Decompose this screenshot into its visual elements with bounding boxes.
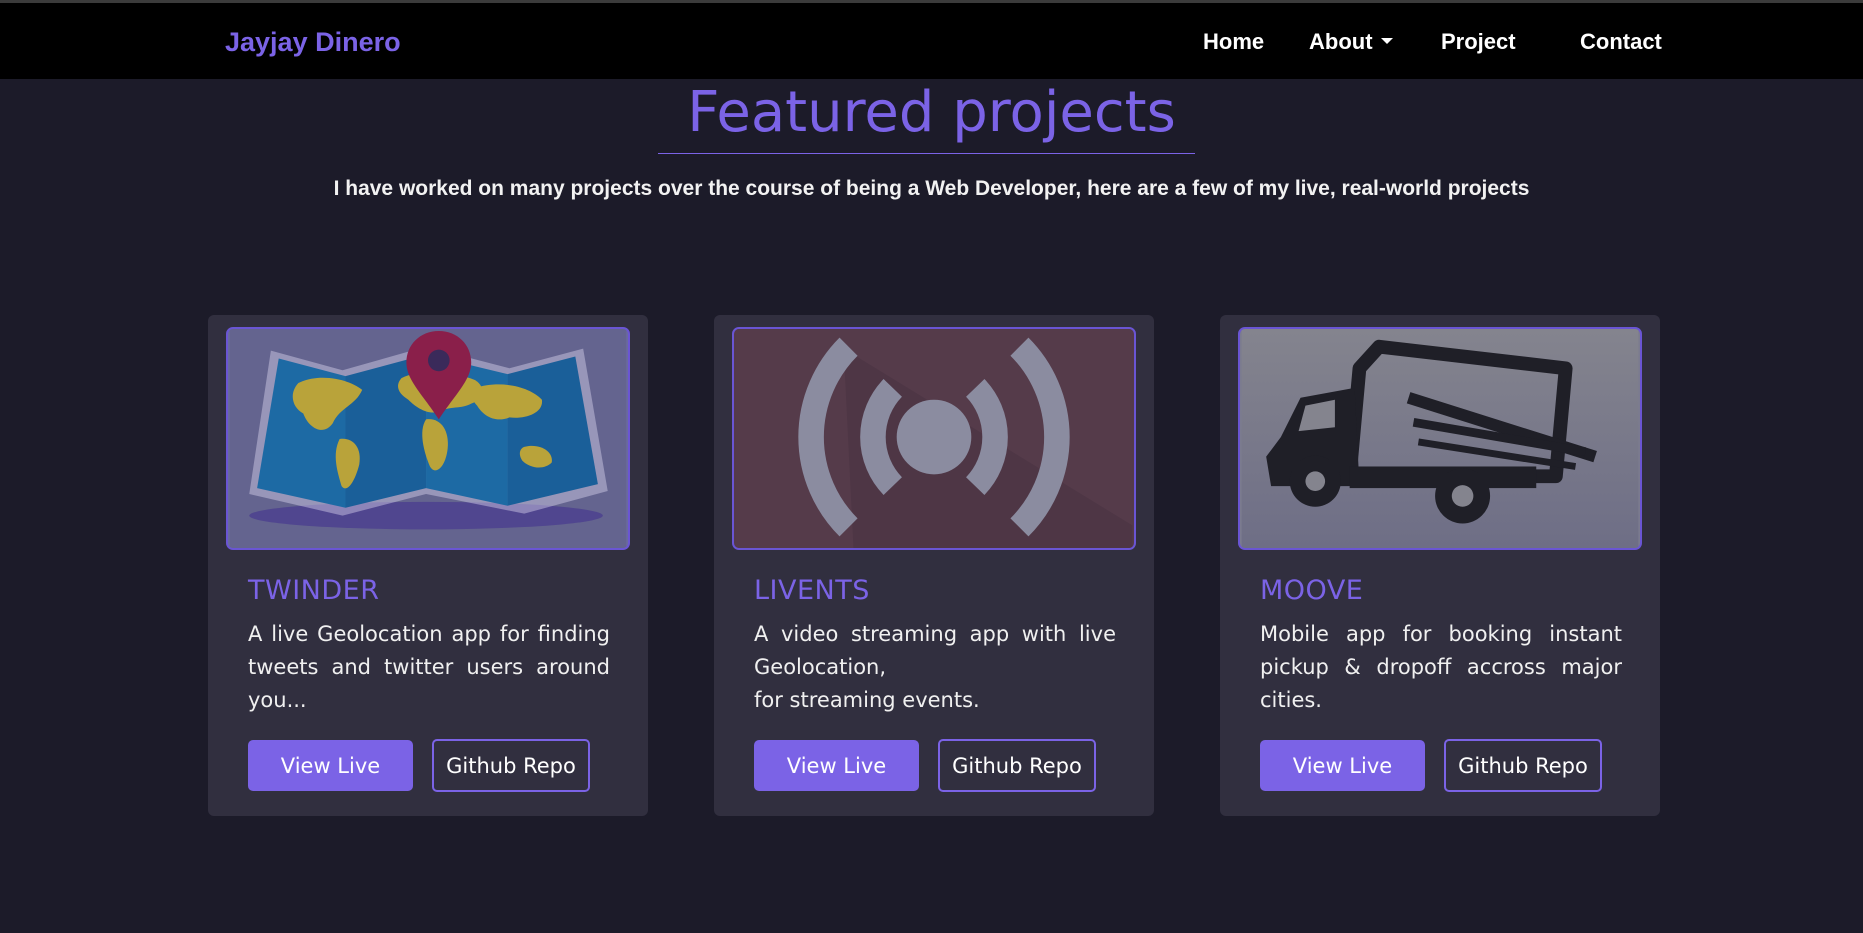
project-card-moove: MOOVE Mobile app for booking instant pic… <box>1220 315 1660 816</box>
chevron-down-icon <box>1380 38 1393 44</box>
github-repo-button[interactable]: Github Repo <box>432 739 590 792</box>
project-description: Mobile app for booking instant pickup & … <box>1260 622 1622 712</box>
nav-contact[interactable]: Contact <box>1580 29 1662 55</box>
github-repo-button[interactable]: Github Repo <box>938 739 1096 792</box>
view-live-button[interactable]: View Live <box>248 740 413 791</box>
delivery-truck-icon <box>1238 327 1642 550</box>
github-repo-button[interactable]: Github Repo <box>1444 739 1602 792</box>
project-description-line: for streaming events. <box>754 688 980 712</box>
nav-project[interactable]: Project <box>1441 29 1516 55</box>
project-title: MOOVE <box>1260 575 1364 606</box>
nav-about[interactable]: About <box>1309 29 1393 55</box>
project-description: A live Geolocation app for finding tweet… <box>248 622 610 712</box>
page-subtitle: I have worked on many projects over the … <box>333 177 1530 200</box>
view-live-button[interactable]: View Live <box>754 740 919 791</box>
view-live-button[interactable]: View Live <box>1260 740 1425 791</box>
project-title: LIVENTS <box>754 575 870 606</box>
project-description: A video streaming app with live Geolocat… <box>754 618 1116 717</box>
nav-home[interactable]: Home <box>1203 29 1264 55</box>
brand-logo[interactable]: Jayjay Dinero <box>225 27 401 58</box>
broadcast-icon <box>732 327 1136 550</box>
nav-about-label: About <box>1309 29 1373 54</box>
page-title: Featured projects <box>687 80 1176 145</box>
project-card-livents: LIVENTS A video streaming app with live … <box>714 315 1154 816</box>
project-description-line: A video streaming app with live Geolocat… <box>754 622 1116 679</box>
world-map-pin-icon <box>226 327 630 550</box>
title-underline <box>658 153 1195 154</box>
project-title: TWINDER <box>248 575 380 606</box>
project-card-twinder: TWINDER A live Geolocation app for findi… <box>208 315 648 816</box>
navbar: Jayjay Dinero Home About Project Contact <box>0 3 1863 79</box>
